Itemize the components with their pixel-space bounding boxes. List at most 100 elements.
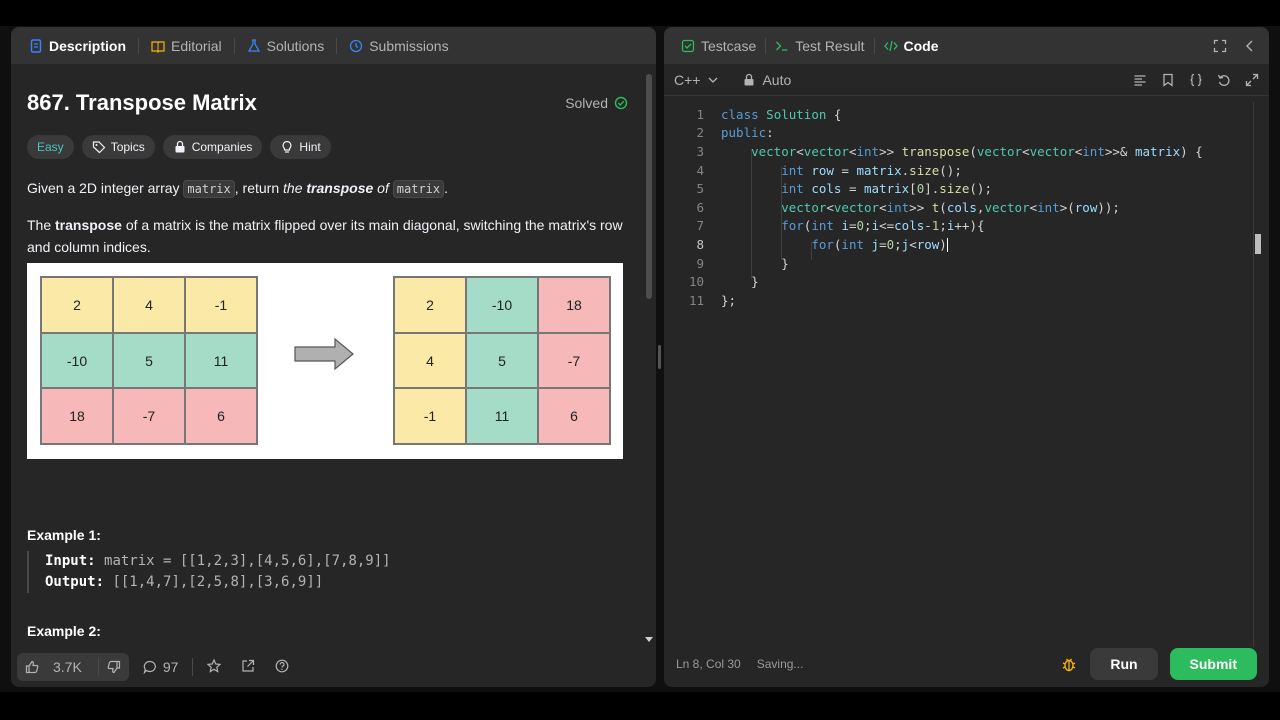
comments-button[interactable]: 97: [137, 659, 185, 675]
tab-separator: [138, 37, 140, 54]
panel-resize-handle[interactable]: [658, 345, 661, 369]
editor-scrollbar-track[interactable]: [1253, 102, 1254, 647]
code-line: 11};: [664, 291, 736, 310]
code-line: 3 vector<vector<int>> transpose(vector<v…: [664, 142, 1202, 161]
companies-chip[interactable]: Companies: [162, 135, 263, 159]
line-code: vector<vector<int>> t(cols,vector<int>(r…: [781, 199, 1120, 215]
statement-text: Given a 2D integer array: [27, 180, 184, 196]
tab-testcase[interactable]: Testcase: [676, 38, 761, 54]
difficulty-badge[interactable]: Easy: [27, 135, 74, 159]
history-icon: [350, 39, 363, 52]
dislike-button[interactable]: [99, 653, 129, 681]
definition-bold: transpose: [55, 217, 122, 233]
format-lines-icon[interactable]: [1133, 73, 1147, 87]
thumbs-up-icon: [25, 660, 39, 674]
editor-footer: Ln 8, Col 30 Saving... Run Submit: [664, 641, 1269, 687]
matrix-cell: -1: [394, 388, 466, 445]
matrix-cell: 5: [466, 332, 538, 389]
chevron-left-icon[interactable]: [1243, 39, 1257, 53]
language-select[interactable]: C++: [674, 72, 720, 88]
code-line: 2 public:: [664, 124, 773, 143]
auto-mode-toggle[interactable]: Auto: [742, 72, 791, 88]
bookmark-icon[interactable]: [1161, 73, 1175, 87]
matrix-cell: 6: [538, 388, 610, 445]
lock-icon: [744, 73, 754, 85]
check-circle-icon: [614, 96, 628, 110]
code-line: 8 for(int j=0;j<row): [664, 235, 948, 254]
problem-title[interactable]: 867. Transpose Matrix: [27, 90, 257, 116]
braces-icon[interactable]: [1189, 73, 1203, 87]
tab-separator: [765, 37, 767, 54]
original-matrix: 2 4 -1 -10 5 11 18 -7 6: [40, 276, 258, 446]
matrix-cell: -7: [113, 388, 185, 445]
maximize-icon[interactable]: [1213, 39, 1227, 53]
tab-code-label: Code: [903, 37, 939, 54]
example-1-block: Input: matrix = [[1,2,3],[4,5,6],[7,8,9]…: [27, 551, 607, 593]
debug-bug-icon[interactable]: [1060, 655, 1078, 673]
definition-text: The: [27, 217, 56, 233]
star-icon: [207, 658, 222, 673]
code-editor[interactable]: 1 class Solution { 2 public: 3 vector<vect…: [664, 102, 1269, 647]
code-line: 4 int row = matrix.size();: [664, 161, 961, 180]
run-button[interactable]: Run: [1090, 648, 1158, 680]
tab-submissions[interactable]: Submissions: [343, 27, 454, 64]
line-code: }: [721, 274, 759, 290]
scroll-down-icon[interactable]: [645, 637, 653, 643]
line-number: 11: [688, 292, 704, 308]
matrix-cell: 4: [394, 332, 466, 389]
help-circle-icon: [275, 659, 289, 672]
lock-icon: [175, 140, 185, 153]
editor-scroll-marker[interactable]: [1255, 234, 1261, 254]
line-number: 3: [696, 143, 704, 159]
matrix-cell: 2: [394, 277, 466, 333]
topics-chip[interactable]: Topics: [81, 135, 155, 159]
line-code: for(int i=0;i<=cols-1;i++){: [781, 218, 985, 234]
tab-solutions[interactable]: Solutions: [241, 27, 331, 64]
like-button[interactable]: 3.7K: [17, 653, 98, 681]
book-icon: [151, 40, 165, 53]
help-button[interactable]: [269, 659, 295, 676]
tag-chips: Easy Topics Companies Hint: [27, 135, 628, 159]
scrollbar-thumb[interactable]: [646, 74, 652, 299]
line-number: 1: [696, 106, 704, 122]
hint-chip[interactable]: Hint: [270, 135, 331, 159]
example-1-title: Example 1:: [27, 527, 101, 543]
line-code: int row = matrix.size();: [781, 162, 962, 178]
comment-icon: [143, 660, 156, 674]
tab-editorial[interactable]: Editorial: [145, 27, 228, 64]
terminal-icon: [776, 41, 788, 51]
line-number: 7: [696, 218, 704, 234]
action-buttons: Run Submit: [1060, 648, 1257, 680]
tab-code[interactable]: Code: [879, 38, 944, 54]
description-panel: Description Editorial Solutions Submissi…: [11, 27, 656, 687]
tab-separator: [233, 37, 235, 54]
description-scrollbar[interactable]: [644, 64, 654, 647]
matrix-cell: 5: [113, 332, 185, 389]
submit-button[interactable]: Submit: [1169, 648, 1257, 680]
expand-icon[interactable]: [1245, 73, 1259, 87]
example-input-line: Input: matrix = [[1,2,3],[4,5,6],[7,8,9]…: [45, 551, 607, 572]
chevron-down-icon: [709, 77, 718, 83]
line-code: int cols = matrix[0].size();: [781, 181, 992, 197]
favorite-button[interactable]: [201, 658, 227, 676]
lightbulb-icon: [282, 140, 292, 153]
thumbs-down-icon: [107, 660, 120, 674]
reset-icon[interactable]: [1217, 73, 1231, 87]
tab-test-result[interactable]: Test Result: [770, 38, 869, 54]
tab-testcase-label: Testcase: [701, 37, 757, 54]
matrix-cell: 6: [185, 388, 257, 445]
problem-statement: Given a 2D integer array matrix, return …: [27, 177, 628, 200]
transpose-definition: The transpose of a matrix is the matrix …: [27, 214, 628, 258]
tab-description[interactable]: Description: [23, 27, 132, 64]
share-button[interactable]: [235, 659, 261, 676]
line-number: 2: [696, 125, 704, 141]
document-icon: [30, 38, 42, 53]
description-footer: 3.7K 97: [11, 647, 656, 687]
code-line: 10 }: [664, 272, 759, 291]
matrix-cell: -7: [538, 332, 610, 389]
inline-code: matrix: [392, 180, 445, 198]
example-output-line: Output: [[1,4,7],[2,5,8],[3,6,9]]: [45, 572, 607, 593]
tab-solutions-label: Solutions: [266, 37, 325, 54]
tab-editorial-label: Editorial: [171, 37, 222, 54]
companies-label: Companies: [191, 140, 253, 154]
